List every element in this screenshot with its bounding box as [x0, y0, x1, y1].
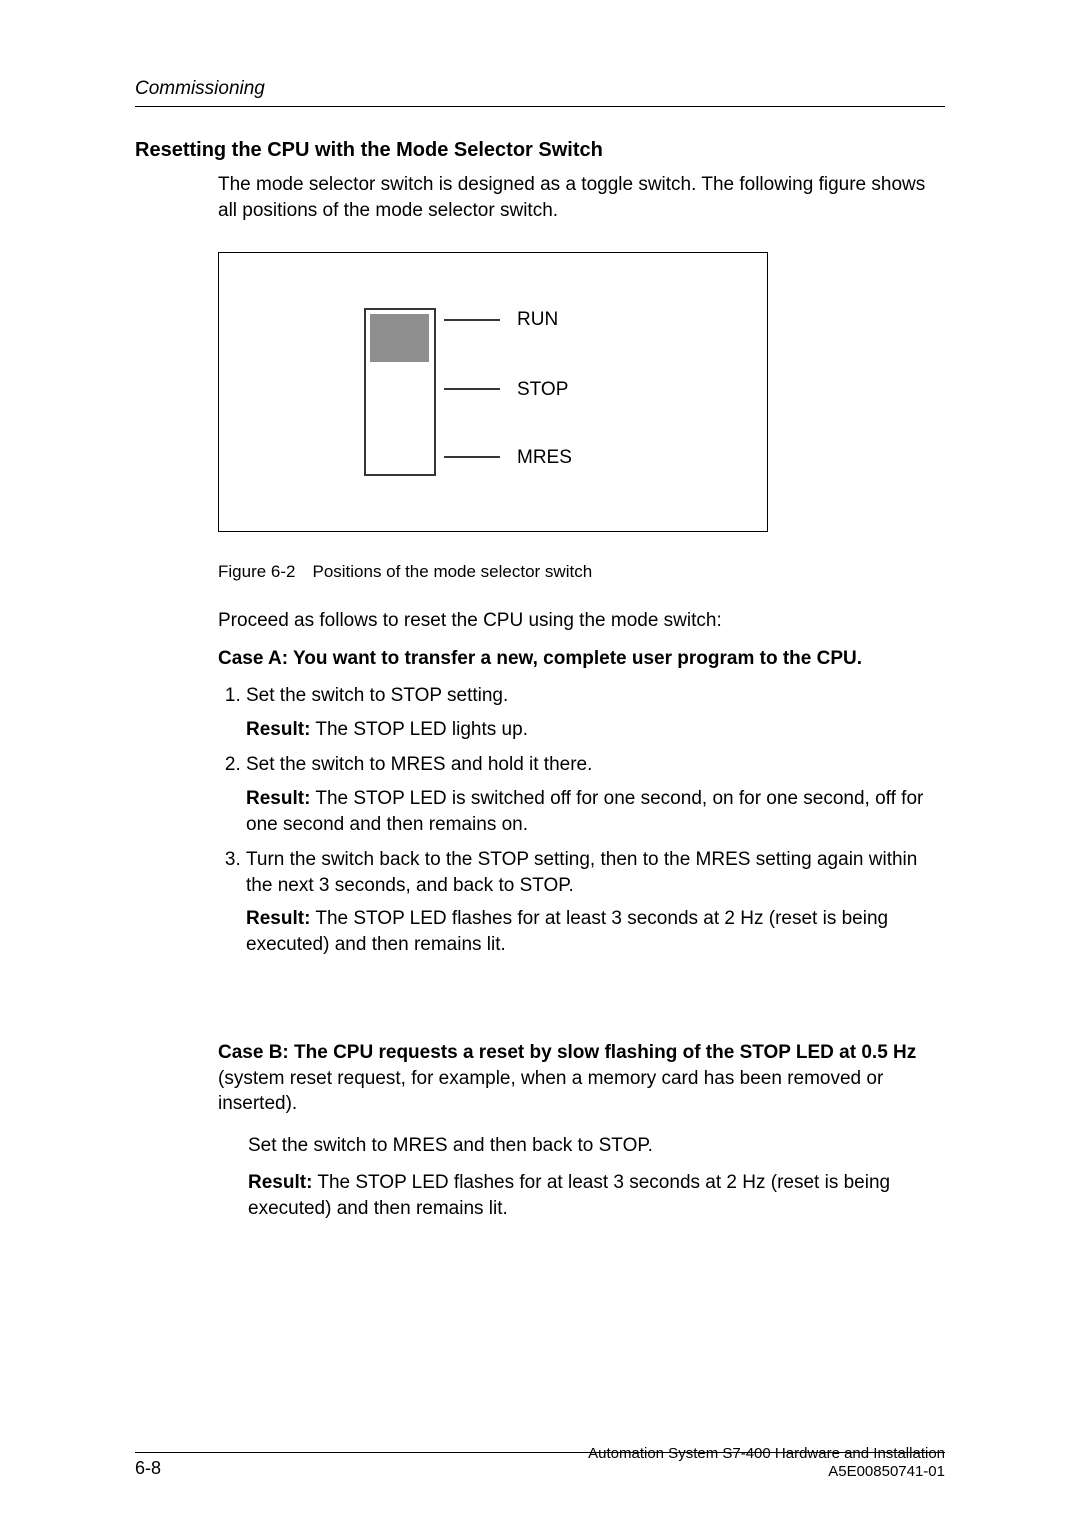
- step-3-result-label: Result:: [246, 908, 310, 929]
- footer-right-block: Automation System S7-400 Hardware and In…: [588, 1445, 945, 1483]
- step-1-result-text: The STOP LED lights up.: [310, 719, 528, 740]
- running-header: Commissioning: [135, 78, 945, 107]
- case-b-result: Result: The STOP LED flashes for at leas…: [248, 1170, 945, 1221]
- step-2-text: Set the switch to MRES and hold it there…: [246, 754, 592, 775]
- step-1-result-label: Result:: [246, 719, 310, 740]
- footer-doc-title: Automation System S7-400 Hardware and In…: [588, 1445, 945, 1464]
- case-b-set-line: Set the switch to MRES and then back to …: [248, 1133, 945, 1159]
- footer-page-number: 6-8: [135, 1458, 161, 1479]
- leader-line-run: [444, 319, 500, 321]
- selector-frame: [364, 308, 436, 476]
- case-b-block: Case B: The CPU requests a reset by slow…: [218, 1040, 945, 1117]
- step-1-text: Set the switch to STOP setting.: [246, 685, 508, 706]
- step-3-result: Result: The STOP LED flashes for at leas…: [246, 906, 945, 957]
- case-a-title: Case A: You want to transfer a new, comp…: [218, 648, 945, 670]
- figure-label-run: RUN: [517, 309, 558, 331]
- case-b-result-label: Result:: [248, 1172, 312, 1193]
- case-a-step-2: Set the switch to MRES and hold it there…: [246, 752, 945, 837]
- mode-selector-figure: RUN STOP MRES: [218, 252, 768, 532]
- case-b-tail: (system reset request, for example, when…: [218, 1068, 883, 1115]
- step-2-result-text: The STOP LED is switched off for one sec…: [246, 788, 923, 835]
- footer-doc-id: A5E00850741-01: [588, 1463, 945, 1482]
- case-a-steps: Set the switch to STOP setting. Result: …: [218, 683, 945, 968]
- case-a-step-3: Turn the switch back to the STOP setting…: [246, 847, 945, 958]
- case-b-result-text: The STOP LED flashes for at least 3 seco…: [248, 1172, 890, 1219]
- intro-paragraph: The mode selector switch is designed as …: [218, 172, 945, 223]
- case-a-step-1: Set the switch to STOP setting. Result: …: [246, 683, 945, 742]
- step-3-result-text: The STOP LED flashes for at least 3 seco…: [246, 908, 888, 955]
- document-page: Commissioning Resetting the CPU with the…: [0, 0, 1080, 1527]
- step-1-result: Result: The STOP LED lights up.: [246, 717, 945, 743]
- proceed-paragraph: Proceed as follows to reset the CPU usin…: [218, 610, 945, 632]
- section-heading: Resetting the CPU with the Mode Selector…: [135, 139, 945, 162]
- figure-label-stop: STOP: [517, 379, 568, 401]
- step-2-result: Result: The STOP LED is switched off for…: [246, 786, 945, 837]
- leader-line-stop: [444, 388, 500, 390]
- step-3-text: Turn the switch back to the STOP setting…: [246, 849, 917, 896]
- step-2-result-label: Result:: [246, 788, 310, 809]
- figure-label-mres: MRES: [517, 447, 572, 469]
- figure-caption: Figure 6-2 Positions of the mode selecto…: [218, 562, 592, 582]
- case-b-title: Case B: The CPU requests a reset by slow…: [218, 1042, 916, 1063]
- leader-line-mres: [444, 456, 500, 458]
- selector-knob-run-position: [370, 314, 429, 362]
